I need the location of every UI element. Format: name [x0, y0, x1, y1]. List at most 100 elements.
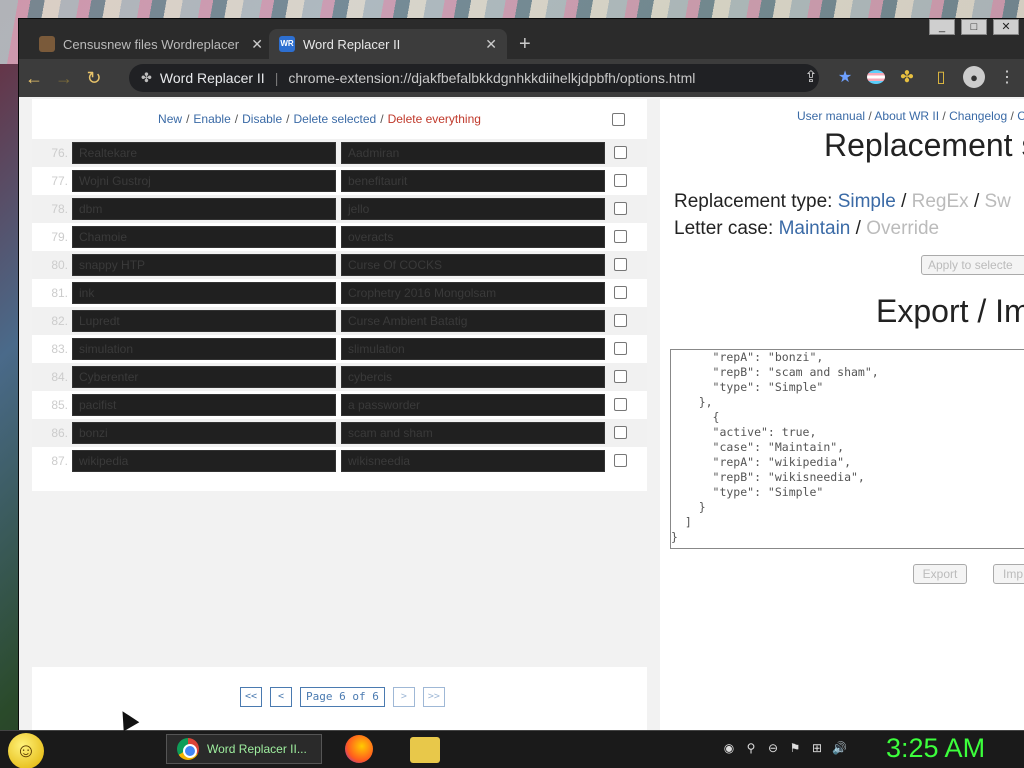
extension-flag-icon[interactable]: [867, 70, 885, 84]
row-select-checkbox[interactable]: [614, 202, 627, 215]
row-select-checkbox[interactable]: [614, 426, 627, 439]
table-row: 83. simulation slimulation: [32, 335, 647, 363]
original-word-input[interactable]: dbm: [72, 198, 336, 220]
original-word-input[interactable]: Realtekare: [72, 142, 336, 164]
rules-column: New / Enable / Disable / Delete selected…: [32, 99, 647, 731]
share-icon[interactable]: ⇪: [799, 65, 823, 89]
replacement-word-input[interactable]: a passworder: [341, 394, 605, 416]
separator: /: [855, 218, 861, 239]
type-simple-option[interactable]: Simple: [838, 191, 896, 212]
replacement-word-input[interactable]: cybercis: [341, 366, 605, 388]
prev-page-button[interactable]: <: [270, 687, 293, 707]
volume-icon[interactable]: 🔊: [832, 741, 847, 755]
original-word-input[interactable]: Cyberenter: [72, 366, 336, 388]
row-select-checkbox[interactable]: [614, 174, 627, 187]
original-word-input[interactable]: snappy HTP: [72, 254, 336, 276]
replacement-word-input[interactable]: Curse Ambient Batatig: [341, 310, 605, 332]
disc-icon[interactable]: ◉: [722, 741, 736, 755]
replacement-word-input[interactable]: Aadmiran: [341, 142, 605, 164]
original-word-input[interactable]: simulation: [72, 338, 336, 360]
disable-link[interactable]: Disable: [242, 112, 282, 126]
type-regex-option[interactable]: RegEx: [912, 191, 969, 212]
delete-everything-link[interactable]: Delete everything: [388, 112, 481, 126]
status-icon[interactable]: ⊖: [766, 741, 780, 755]
original-word-input[interactable]: pacifist: [72, 394, 336, 416]
new-link[interactable]: New: [158, 112, 182, 126]
replacement-word-input[interactable]: overacts: [341, 226, 605, 248]
original-word-input[interactable]: Lupredt: [72, 310, 336, 332]
address-bar[interactable]: ✤ Word Replacer II | chrome-extension://…: [129, 64, 819, 92]
taskbar: ☺ Word Replacer II... ◉ ⚲ ⊖ ⚑ ⊞ 🔊 3:25 A…: [0, 730, 1024, 768]
about-link[interactable]: About WR II: [874, 109, 939, 123]
row-select-checkbox[interactable]: [614, 286, 627, 299]
first-page-button[interactable]: <<: [240, 687, 263, 707]
last-page-button[interactable]: >>: [422, 687, 445, 707]
export-button[interactable]: Export: [913, 564, 967, 584]
separator: /: [901, 191, 907, 212]
minimize-icon[interactable]: _: [929, 19, 955, 35]
url-text: chrome-extension://djakfbefalbkkdgnhkkdi…: [288, 70, 696, 86]
clock: 3:25 AM: [886, 733, 986, 763]
maximize-icon[interactable]: □: [961, 19, 987, 35]
kebab-menu-icon[interactable]: ⋮: [995, 65, 1019, 89]
original-word-input[interactable]: ink: [72, 282, 336, 304]
extensions-puzzle-icon[interactable]: ✤: [895, 65, 919, 89]
separator: /: [186, 112, 190, 126]
select-all-checkbox[interactable]: [612, 113, 625, 126]
case-override-option[interactable]: Override: [866, 218, 939, 239]
case-maintain-option[interactable]: Maintain: [779, 218, 851, 239]
original-word-input[interactable]: Chamoie: [72, 226, 336, 248]
start-smiley-icon[interactable]: ☺: [8, 733, 44, 768]
more-link[interactable]: C: [1017, 109, 1024, 123]
tab-censusnew[interactable]: Censusnew files Wordreplacer ✕: [29, 29, 273, 59]
row-select-checkbox[interactable]: [614, 454, 627, 467]
replacement-type-label: Replacement type:: [674, 191, 833, 212]
forward-arrow-icon[interactable]: →: [49, 63, 79, 93]
firefox-icon[interactable]: [345, 735, 373, 763]
apply-to-selected-button[interactable]: Apply to selecte: [921, 255, 1024, 275]
replacement-word-input[interactable]: jello: [341, 198, 605, 220]
replacement-word-input[interactable]: wikisneedia: [341, 450, 605, 472]
row-select-checkbox[interactable]: [614, 314, 627, 327]
row-number: 77.: [51, 174, 68, 188]
taskbar-chrome-item[interactable]: Word Replacer II...: [166, 734, 322, 764]
table-row: 80. snappy HTP Curse Of COCKS: [32, 251, 647, 279]
profile-avatar-icon[interactable]: ●: [963, 66, 985, 88]
next-page-button[interactable]: >: [392, 687, 415, 707]
close-icon[interactable]: ✕: [251, 36, 263, 53]
delete-selected-link[interactable]: Delete selected: [294, 112, 377, 126]
type-sw-option[interactable]: Sw: [985, 191, 1011, 212]
replacement-word-input[interactable]: scam and sham: [341, 422, 605, 444]
replacement-word-input[interactable]: Crophetry 2016 Mongolsam: [341, 282, 605, 304]
flag-icon[interactable]: ⚑: [788, 741, 802, 755]
search-icon[interactable]: ⚲: [744, 741, 758, 755]
row-select-checkbox[interactable]: [614, 146, 627, 159]
replacement-word-input[interactable]: benefitaurit: [341, 170, 605, 192]
enable-link[interactable]: Enable: [193, 112, 230, 126]
row-select-checkbox[interactable]: [614, 230, 627, 243]
close-icon[interactable]: ✕: [485, 36, 497, 53]
row-select-checkbox[interactable]: [614, 398, 627, 411]
new-tab-icon[interactable]: +: [519, 33, 531, 56]
row-select-checkbox[interactable]: [614, 370, 627, 383]
tab-word-replacer[interactable]: WR Word Replacer II ✕: [269, 29, 507, 59]
original-word-input[interactable]: Wojni Gustroj: [72, 170, 336, 192]
row-select-checkbox[interactable]: [614, 342, 627, 355]
close-window-icon[interactable]: ✕: [993, 19, 1019, 35]
replacement-word-input[interactable]: Curse Of COCKS: [341, 254, 605, 276]
changelog-link[interactable]: Changelog: [949, 109, 1007, 123]
original-word-input[interactable]: wikipedia: [72, 450, 336, 472]
json-textarea[interactable]: "repA": "bonzi", "repB": "scam and sham"…: [670, 349, 1024, 549]
row-select-checkbox[interactable]: [614, 258, 627, 271]
replacement-word-input[interactable]: slimulation: [341, 338, 605, 360]
folder-icon[interactable]: [410, 737, 440, 763]
bookmark-star-icon[interactable]: ★: [833, 65, 857, 89]
side-panel-icon[interactable]: ▯: [929, 65, 953, 89]
original-word-input[interactable]: bonzi: [72, 422, 336, 444]
import-button[interactable]: Imp: [993, 564, 1024, 584]
table-row: 84. Cyberenter cybercis: [32, 363, 647, 391]
reload-icon[interactable]: ↻: [79, 63, 109, 93]
network-icon[interactable]: ⊞: [810, 741, 824, 755]
user-manual-link[interactable]: User manual: [797, 109, 865, 123]
back-arrow-icon[interactable]: ←: [19, 63, 49, 93]
